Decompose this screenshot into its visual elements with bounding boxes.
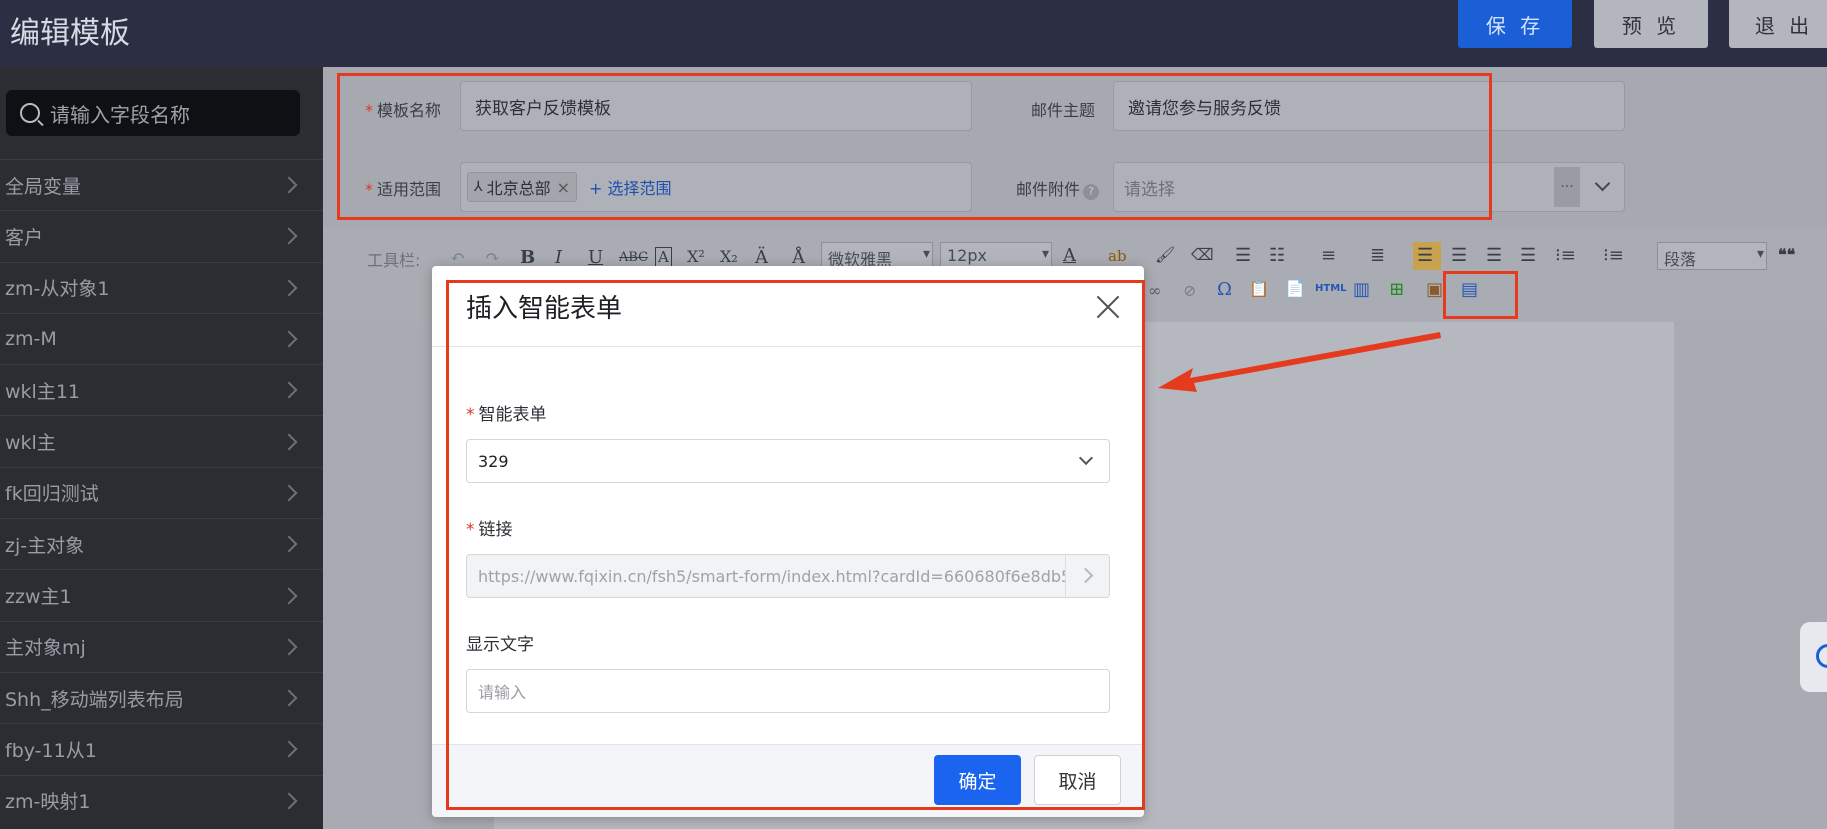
align-justify-icon[interactable]: ☰: [1520, 245, 1536, 266]
chevron-right-icon: [280, 638, 298, 656]
chevron-right-icon: [280, 330, 298, 348]
chevron-right-icon: [280, 740, 298, 758]
chevron-right-icon: [280, 689, 298, 707]
special-char-icon[interactable]: Ω: [1217, 279, 1232, 300]
sidebar-item-label: wkl主: [5, 432, 56, 455]
floating-help-button[interactable]: [1800, 622, 1827, 692]
sidebar-item[interactable]: zzw主1: [0, 569, 323, 620]
eraser-icon[interactable]: ⌫: [1191, 245, 1214, 264]
sidebar-item-label: 客户: [5, 226, 44, 249]
sidebar-item[interactable]: zj-主对象: [0, 518, 323, 569]
sidebar-item[interactable]: fk回归测试: [0, 466, 323, 518]
sidebar-item[interactable]: wkl主11: [0, 364, 323, 415]
chevron-right-icon: [280, 587, 298, 605]
clear-format-icon[interactable]: Å: [792, 247, 805, 268]
template-icon[interactable]: 📄: [1285, 279, 1305, 298]
field-search-placeholder: 请输入字段名称: [50, 102, 190, 127]
sidebar-item[interactable]: fby-11从1: [0, 723, 323, 774]
font-border-icon[interactable]: A: [655, 247, 672, 267]
link-icon[interactable]: ∞: [1148, 281, 1161, 300]
sidebar-item-label: fby-11从1: [5, 739, 97, 762]
sidebar-item-label: zm-从对象1: [5, 278, 110, 301]
underline-icon[interactable]: U: [588, 247, 603, 268]
toolbar-label: 工具栏:: [367, 251, 421, 270]
sidebar-item[interactable]: zm-映射1: [0, 774, 323, 826]
chat-icon: [1816, 644, 1827, 668]
paragraph-select[interactable]: 段落: [1657, 242, 1767, 270]
bold-icon[interactable]: B: [520, 247, 535, 268]
top-header: 编辑模板 保 存 预 览 退 出: [0, 0, 1827, 67]
exit-button[interactable]: 退 出: [1729, 0, 1827, 48]
italic-icon[interactable]: I: [555, 247, 562, 268]
sidebar-item-label: zm-映射1: [5, 791, 91, 814]
table-icon[interactable]: ⊞: [1389, 279, 1404, 300]
field-sidebar: 请输入字段名称 全局变量 客户 zm-从对象1 zm-M wkl主11 wkl主…: [0, 67, 323, 829]
chevron-right-icon: [280, 227, 298, 245]
paste-icon[interactable]: 📋: [1249, 279, 1269, 298]
annotation-box-dialog: [446, 280, 1145, 810]
search-icon: [20, 103, 40, 123]
line-height-icon[interactable]: ☷: [1269, 245, 1285, 266]
html-icon[interactable]: HTML: [1315, 283, 1347, 294]
blockquote-icon[interactable]: ❝❝: [1778, 245, 1795, 264]
chevron-down-icon: [1594, 175, 1611, 192]
sidebar-item-label: zzw主1: [5, 586, 72, 609]
unlink-icon[interactable]: ⊘: [1183, 281, 1196, 300]
sidebar-list: 全局变量 客户 zm-从对象1 zm-M wkl主11 wkl主 fk回归测试 …: [0, 159, 323, 826]
chevron-right-icon: [280, 176, 298, 194]
preview-button[interactable]: 预 览: [1594, 0, 1708, 48]
chevron-right-icon: [280, 279, 298, 297]
format-match-icon[interactable]: Ä: [755, 247, 768, 268]
sidebar-item-label: 全局变量: [5, 175, 82, 198]
chevron-right-icon: [280, 433, 298, 451]
superscript-icon[interactable]: X²: [687, 247, 705, 266]
sidebar-item-label: zm-M: [5, 328, 57, 351]
sidebar-item-customer[interactable]: 客户: [0, 210, 323, 261]
field-search-input[interactable]: 请输入字段名称: [6, 90, 300, 136]
sidebar-item[interactable]: zm-M: [0, 312, 323, 364]
sidebar-item[interactable]: Shh_移动端列表布局: [0, 671, 323, 723]
sidebar-item-label: 主对象mj: [5, 637, 86, 660]
align-left-icon[interactable]: ☰: [1417, 245, 1433, 266]
format-painter-icon[interactable]: 🖌: [1155, 245, 1175, 264]
chevron-right-icon: [280, 535, 298, 553]
sidebar-item[interactable]: 主对象mj: [0, 620, 323, 672]
font-color-icon[interactable]: A: [1063, 245, 1076, 266]
strikethrough-icon[interactable]: ABC: [619, 250, 648, 265]
sidebar-item[interactable]: zm-从对象1: [0, 261, 323, 313]
indent-icon[interactable]: ☰: [1235, 245, 1251, 266]
paragraph-spacing-icon[interactable]: ≡: [1321, 245, 1336, 266]
more-icon[interactable]: ···: [1554, 167, 1580, 207]
undo-icon[interactable]: ↶: [450, 247, 465, 268]
align-center-icon[interactable]: ☰: [1451, 245, 1467, 266]
sidebar-item-label: fk回归测试: [5, 483, 99, 506]
highlight-icon[interactable]: ab: [1108, 247, 1127, 265]
columns-icon[interactable]: ▥: [1353, 279, 1370, 300]
sidebar-item-label: zj-主对象: [5, 534, 85, 557]
save-button[interactable]: 保 存: [1458, 0, 1572, 48]
sidebar-item-label: Shh_移动端列表布局: [5, 688, 184, 711]
ordered-list-icon[interactable]: ⁝≡: [1555, 245, 1576, 266]
chevron-right-icon: [280, 792, 298, 810]
sidebar-item-label: wkl主11: [5, 380, 80, 403]
annotation-box-smart-form-icon: [1443, 271, 1518, 319]
image-icon[interactable]: ▣: [1426, 279, 1443, 300]
chevron-right-icon: [280, 381, 298, 399]
page-title: 编辑模板: [10, 16, 130, 51]
annotation-box-form: [337, 73, 1492, 220]
subscript-icon[interactable]: X₂: [720, 247, 738, 266]
chevron-right-icon: [280, 484, 298, 502]
redo-icon[interactable]: ↷: [485, 247, 500, 268]
text-direction-icon[interactable]: ≣: [1370, 245, 1385, 266]
align-right-icon[interactable]: ☰: [1486, 245, 1502, 266]
sidebar-item-global-variables[interactable]: 全局变量: [0, 159, 323, 210]
sidebar-item[interactable]: wkl主: [0, 415, 323, 466]
unordered-list-icon[interactable]: ⁝≡: [1603, 245, 1624, 266]
